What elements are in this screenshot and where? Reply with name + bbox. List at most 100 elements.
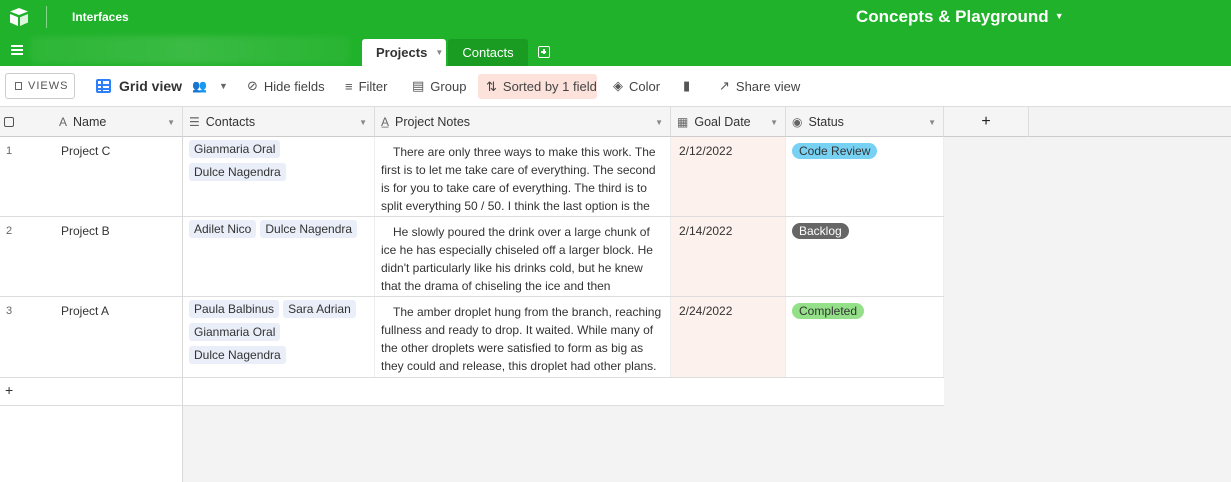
row-number: 1 <box>6 145 13 157</box>
summary-bar-left <box>0 406 183 482</box>
single-select-icon: ◉ <box>792 114 803 129</box>
header-filler <box>1029 107 1231 137</box>
chevron-down-icon[interactable]: ▼ <box>655 118 663 127</box>
chevron-down-icon[interactable]: ▼ <box>770 118 778 127</box>
chevron-down-icon[interactable]: ▼ <box>435 48 443 57</box>
color-button[interactable]: ◈ Color <box>613 77 660 95</box>
add-record-button[interactable]: + <box>0 378 944 406</box>
column-header-contacts-label: Contacts <box>205 114 256 129</box>
cell-contacts[interactable]: Gianmaria Oral Dulce Nagendra <box>183 137 375 216</box>
column-header-project-notes[interactable]: A̲ Project Notes ▼ <box>375 107 671 137</box>
sort-button[interactable]: ⇅ Sorted by 1 field <box>478 74 597 99</box>
views-toggle-button[interactable]: VIEWS <box>5 73 75 99</box>
table-row[interactable]: 3 Project A Paula Balbinus Sara Adrian G… <box>0 297 944 378</box>
cell-status[interactable]: Backlog <box>786 217 944 296</box>
contact-chip[interactable]: Dulce Nagendra <box>260 220 358 238</box>
column-header-goal-date-label: Goal Date <box>694 114 751 129</box>
chevron-down-icon: ▼ <box>218 81 228 91</box>
cell-goal-date[interactable]: 2/12/2022 <box>671 137 786 216</box>
chevron-down-icon[interactable]: ▼ <box>167 118 175 127</box>
column-header-status[interactable]: ◉ Status ▼ <box>786 107 944 137</box>
chevron-down-icon[interactable]: ▼ <box>359 118 367 127</box>
views-label: VIEWS <box>28 80 69 92</box>
cell-contacts[interactable]: Adilet Nico Dulce Nagendra <box>183 217 375 296</box>
chevron-down-icon[interactable]: ▼ <box>928 118 936 127</box>
contact-chip[interactable]: Paula Balbinus <box>189 300 280 318</box>
cell-goal-date[interactable]: 2/24/2022 <box>671 297 786 377</box>
blurred-region <box>30 36 350 64</box>
table-row[interactable]: 2 Project B Adilet Nico Dulce Nagendra H… <box>0 217 944 297</box>
sort-label: Sorted by 1 field <box>502 79 597 94</box>
row-number: 3 <box>6 305 13 317</box>
select-all-checkbox[interactable] <box>4 116 14 127</box>
add-field-button[interactable]: + <box>944 107 1029 137</box>
collaborative-users-icon: 👥 <box>192 79 207 93</box>
column-header-status-label: Status <box>808 114 844 129</box>
tab-contacts-label: Contacts <box>462 45 514 60</box>
column-header-goal-date[interactable]: ▦ Goal Date ▼ <box>671 107 786 137</box>
column-header-notes-label: Project Notes <box>395 114 471 129</box>
tab-projects-label: Projects <box>376 45 428 60</box>
interfaces-link[interactable]: Interfaces <box>72 10 129 24</box>
status-badge: Code Review <box>792 143 878 159</box>
calendar-icon: ▦ <box>677 114 689 129</box>
tab-contacts[interactable]: Contacts <box>448 39 528 66</box>
cell-status[interactable]: Code Review <box>786 137 944 216</box>
frozen-column-divider[interactable] <box>182 137 183 482</box>
cell-status[interactable]: Completed <box>786 297 944 377</box>
view-toolbar: VIEWS Grid view 👥 ▼ ⊘ Hide fields ≡ Filt… <box>0 66 1231 107</box>
select-all-header <box>0 107 53 137</box>
cell-project-notes[interactable]: The amber droplet hung from the branch, … <box>375 297 671 377</box>
base-title-text: Concepts & Playground <box>856 7 1049 26</box>
contact-chip[interactable]: Dulce Nagendra <box>189 163 286 181</box>
cell-project-notes[interactable]: He slowly poured the drink over a large … <box>375 217 671 296</box>
cell-contacts[interactable]: Paula Balbinus Sara Adrian Gianmaria Ora… <box>183 297 375 377</box>
column-header-name[interactable]: A Name ▼ <box>53 107 183 137</box>
grid-icon <box>96 79 111 93</box>
cell-project-notes[interactable]: There are only three ways to make this w… <box>375 137 671 216</box>
app-logo-icon[interactable] <box>9 7 29 27</box>
cell-name[interactable]: Project B <box>53 217 183 296</box>
paint-bucket-icon: ◈ <box>613 78 623 93</box>
filter-icon: ≡ <box>345 78 353 94</box>
cell-name[interactable]: Project C <box>53 137 183 216</box>
row-height-icon: ▮ <box>683 78 691 93</box>
long-text-icon: A̲ <box>381 114 390 129</box>
row-height-button[interactable]: ▮ <box>683 77 696 95</box>
eye-slash-icon: ⊘ <box>247 78 258 93</box>
contact-chip[interactable]: Adilet Nico <box>189 220 257 238</box>
contact-chip[interactable]: Dulce Nagendra <box>189 346 286 364</box>
hamburger-menu-icon[interactable] <box>11 45 23 55</box>
share-view-button[interactable]: ↗ Share view <box>719 77 800 95</box>
hide-fields-button[interactable]: ⊘ Hide fields <box>247 77 325 95</box>
chevron-down-icon: ▼ <box>1054 11 1064 21</box>
tab-projects[interactable]: Projects ▼ <box>362 39 446 66</box>
base-title[interactable]: Concepts & Playground ▼ <box>856 7 1064 27</box>
column-header-contacts[interactable]: ☰ Contacts ▼ <box>183 107 375 137</box>
contact-chip[interactable]: Gianmaria Oral <box>189 140 281 158</box>
contact-chip[interactable]: Gianmaria Oral <box>189 323 281 341</box>
linked-record-icon: ☰ <box>189 114 200 129</box>
top-header: Interfaces Concepts & Playground ▼ Projec… <box>0 0 1231 66</box>
add-table-icon[interactable] <box>538 46 550 58</box>
cell-goal-date[interactable]: 2/14/2022 <box>671 217 786 296</box>
share-icon: ↗ <box>719 78 730 93</box>
sort-arrows-icon: ⇅ <box>486 78 497 94</box>
view-name: Grid view <box>119 78 183 94</box>
color-label: Color <box>629 78 661 94</box>
hide-fields-label: Hide fields <box>263 78 325 94</box>
notes-text: The amber droplet hung from the branch, … <box>381 305 662 373</box>
table-row[interactable]: 1 Project C Gianmaria Oral Dulce Nagendr… <box>0 137 944 217</box>
header-divider <box>46 6 47 28</box>
cell-name[interactable]: Project A <box>53 297 183 377</box>
share-view-label: Share view <box>735 78 801 94</box>
sidebar-icon <box>15 82 22 90</box>
contact-chip[interactable]: Sara Adrian <box>283 300 356 318</box>
group-label: Group <box>430 78 467 94</box>
notes-text: There are only three ways to make this w… <box>381 145 656 213</box>
filter-button[interactable]: ≡ Filter <box>345 77 387 95</box>
row-number: 2 <box>6 225 13 237</box>
status-badge: Backlog <box>792 223 849 239</box>
grid-view-switcher[interactable]: Grid view 👥 ▼ <box>96 77 228 95</box>
group-button[interactable]: ▤ Group <box>412 77 466 95</box>
